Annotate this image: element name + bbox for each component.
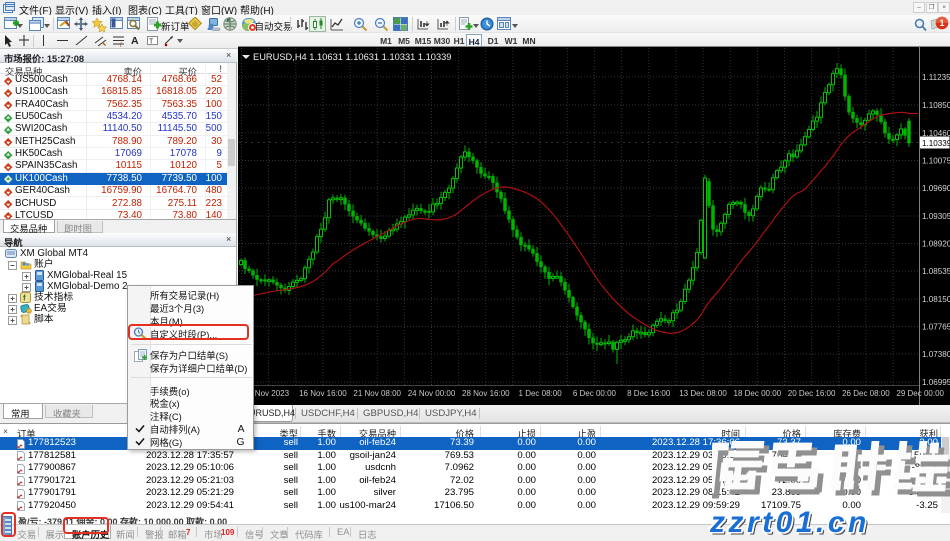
svg-text:13 Dec 08:00: 13 Dec 08:00 <box>679 389 727 398</box>
svg-text:21 Nov 08:00: 21 Nov 08:00 <box>353 389 401 398</box>
svg-text:29 Dec 00:00: 29 Dec 00:00 <box>896 389 944 398</box>
svg-text:1.10339: 1.10339 <box>922 139 950 148</box>
svg-text:8 Dec 16:00: 8 Dec 16:00 <box>627 389 671 398</box>
svg-text:1.10850: 1.10850 <box>922 101 950 110</box>
svg-text:EURUSD,H4 1.10631 1.10631 1.1: EURUSD,H4 1.10631 1.10631 1.10331 1.1033… <box>253 52 451 62</box>
svg-text:1.08920: 1.08920 <box>922 240 950 249</box>
svg-text:1 Dec 08:00: 1 Dec 08:00 <box>519 389 563 398</box>
svg-text:f: f <box>23 294 26 303</box>
svg-text:18 Dec 00:00: 18 Dec 00:00 <box>734 389 782 398</box>
svg-text:1: 1 <box>939 18 944 28</box>
svg-text:1.10075: 1.10075 <box>922 157 950 166</box>
svg-text:1.08150: 1.08150 <box>922 295 950 304</box>
svg-text:1.11235: 1.11235 <box>922 73 950 82</box>
svg-text:16 Nov 16:00: 16 Nov 16:00 <box>299 389 347 398</box>
svg-text:T: T <box>149 39 154 46</box>
svg-text:1.07765: 1.07765 <box>922 323 950 332</box>
svg-text:1.08535: 1.08535 <box>922 267 950 276</box>
svg-text:9 Nov 2023: 9 Nov 2023 <box>248 389 289 398</box>
svg-text:1.09305: 1.09305 <box>922 212 950 221</box>
svg-text:1.06995: 1.06995 <box>922 378 950 387</box>
svg-text:1.09690: 1.09690 <box>922 184 950 193</box>
svg-text:1.07380: 1.07380 <box>922 350 950 359</box>
svg-text:6 Dec 00:00: 6 Dec 00:00 <box>573 389 617 398</box>
svg-text:28 Nov 16:00: 28 Nov 16:00 <box>462 389 510 398</box>
svg-text:20 Dec 16:00: 20 Dec 16:00 <box>788 389 836 398</box>
svg-text:26 Dec 08:00: 26 Dec 08:00 <box>842 389 890 398</box>
svg-text:24 Nov 00:00: 24 Nov 00:00 <box>408 389 456 398</box>
